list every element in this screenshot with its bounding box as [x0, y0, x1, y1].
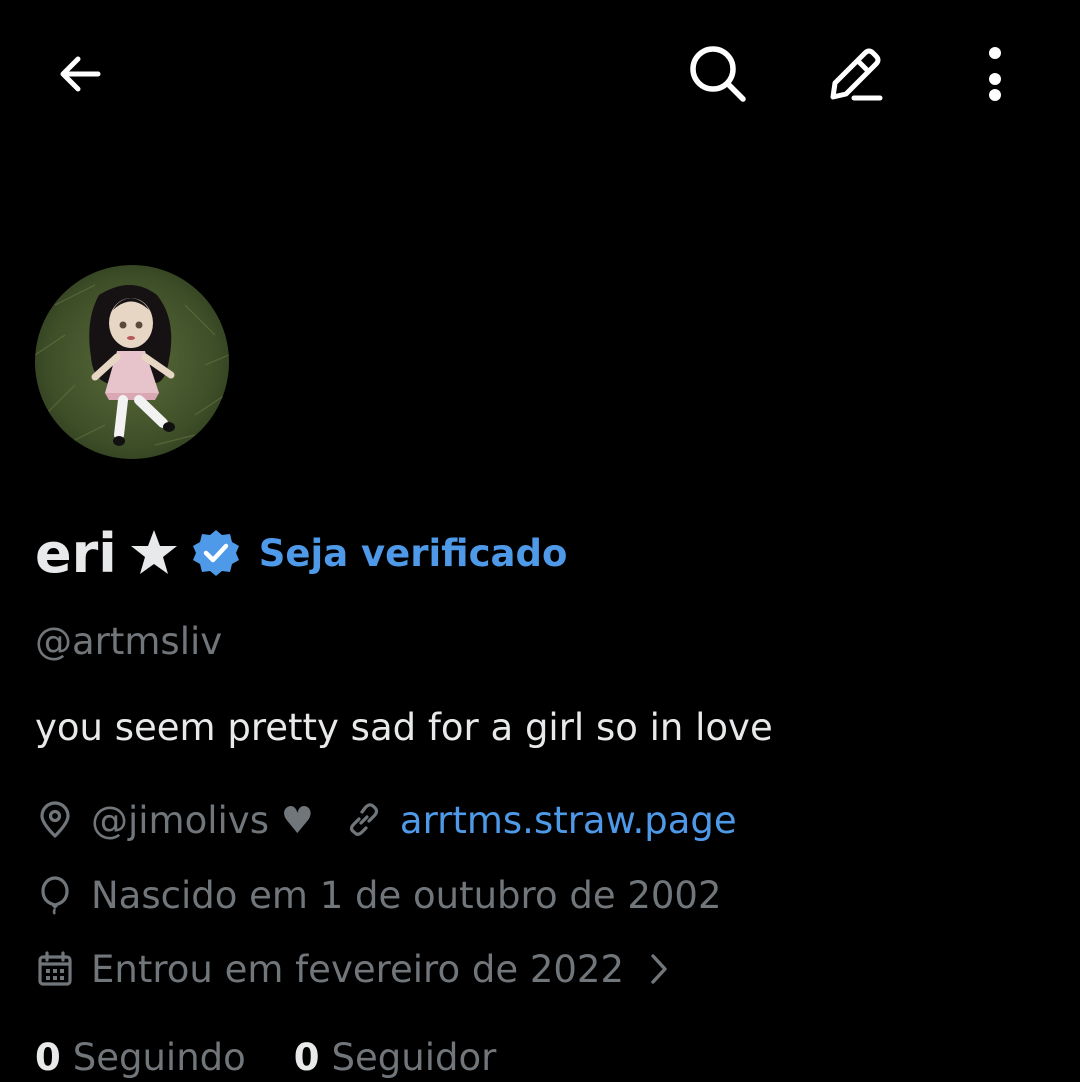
pencil-icon — [830, 48, 883, 101]
location-pin-icon — [35, 800, 75, 840]
website-link[interactable]: arrtms.straw.page — [400, 799, 737, 842]
doll-photo — [35, 265, 229, 459]
star-icon — [129, 528, 179, 578]
follow-stats: 0 Seguindo 0 Seguidor — [35, 1032, 496, 1082]
more-vertical-icon — [989, 47, 1001, 101]
location-text: @jimolivs ♥ — [91, 798, 314, 842]
search-button[interactable] — [681, 37, 753, 109]
chevron-right-icon — [648, 952, 670, 986]
name-row: eri Seja verificado — [35, 518, 567, 588]
joined-row[interactable]: Entrou em fevereiro de 2022 — [35, 944, 670, 994]
followers-label: Seguidor — [331, 1035, 497, 1079]
birth-text: Nascido em 1 de outubro de 2002 — [91, 873, 722, 917]
display-name: eri — [35, 521, 117, 585]
followers-count: 0 — [293, 1035, 320, 1079]
following-count: 0 — [35, 1035, 61, 1079]
joined-text: Entrou em fevereiro de 2022 — [91, 947, 625, 991]
verified-badge-icon[interactable] — [191, 528, 241, 578]
avatar[interactable] — [35, 265, 229, 459]
followers-stat[interactable]: 0 Seguidor — [294, 1036, 497, 1079]
get-verified-link[interactable]: Seja verificado — [259, 532, 568, 575]
edit-button[interactable] — [819, 37, 891, 109]
location-row: @jimolivs ♥ arrtms.straw.page — [35, 795, 737, 845]
calendar-icon — [35, 949, 75, 989]
following-label: Seguindo — [72, 1035, 246, 1079]
bio: you seem pretty sad for a girl so in lov… — [35, 706, 773, 749]
search-icon — [690, 46, 746, 102]
handle: @artmsliv — [35, 620, 223, 663]
birth-row: Nascido em 1 de outubro de 2002 — [35, 870, 722, 920]
arrow-left-icon — [60, 56, 101, 92]
top-bar — [0, 0, 1080, 150]
balloon-icon — [35, 875, 75, 915]
more-button[interactable] — [959, 37, 1031, 109]
link-icon — [344, 800, 384, 840]
following-stat[interactable]: 0 Seguindo — [35, 1036, 246, 1079]
back-button[interactable] — [44, 38, 116, 110]
